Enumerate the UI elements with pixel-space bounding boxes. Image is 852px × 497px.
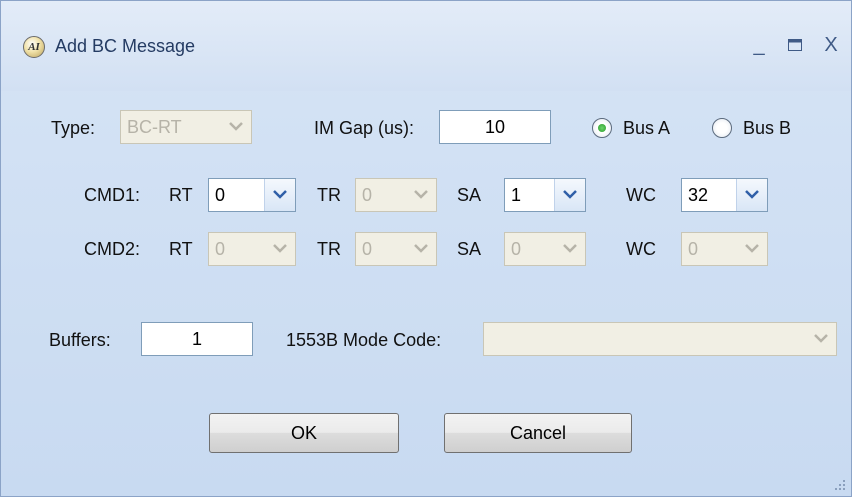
cmd1-sa-label: SA xyxy=(457,185,482,205)
cmd2-rt-value: 0 xyxy=(215,239,226,259)
cmd1-sa-value: 1 xyxy=(511,185,522,205)
cmd2-label: CMD2: xyxy=(84,239,141,259)
cmd2-sa-label: SA xyxy=(457,239,482,259)
cmd1-sa-select[interactable]: 1 xyxy=(504,178,586,212)
ok-button[interactable]: OK xyxy=(209,413,399,453)
minimize-icon: _ xyxy=(753,34,765,56)
mode-code-label: 1553B Mode Code: xyxy=(286,330,442,350)
minimize-button[interactable]: _ xyxy=(745,31,773,59)
chevron-down-icon xyxy=(737,233,767,265)
cmd2-rt-label: RT xyxy=(169,239,193,259)
cmd1-tr-label: TR xyxy=(317,185,341,205)
cmd1-tr-value: 0 xyxy=(362,185,373,205)
add-bc-message-dialog: AI Add BC Message _ X Type: BC-RT IM Gap… xyxy=(0,0,852,497)
bus-a-label[interactable]: Bus A xyxy=(623,118,670,139)
cmd2-tr-select: 0 xyxy=(355,232,437,266)
cmd1-wc-select[interactable]: 32 xyxy=(681,178,768,212)
close-button[interactable]: X xyxy=(817,31,845,59)
type-select: BC-RT xyxy=(120,110,252,144)
cancel-button[interactable]: Cancel xyxy=(444,413,632,453)
im-gap-label: IM Gap (us): xyxy=(314,118,415,138)
chevron-down-icon[interactable] xyxy=(264,179,295,211)
bus-b-label[interactable]: Bus B xyxy=(743,118,791,139)
cmd1-rt-label: RT xyxy=(169,185,193,205)
cmd2-sa-value: 0 xyxy=(511,239,522,259)
window-title: Add BC Message xyxy=(55,36,196,56)
maximize-icon xyxy=(788,39,802,51)
cmd1-rt-value: 0 xyxy=(215,185,226,205)
mode-code-select xyxy=(483,322,837,356)
radio-selected-dot xyxy=(598,124,606,132)
cmd2-sa-select: 0 xyxy=(504,232,586,266)
cmd2-tr-label: TR xyxy=(317,239,341,259)
chevron-down-icon xyxy=(555,233,585,265)
buffers-input[interactable]: 1 xyxy=(141,322,253,356)
chevron-down-icon[interactable] xyxy=(736,179,767,211)
buffers-label: Buffers: xyxy=(49,330,111,350)
cmd1-rt-select[interactable]: 0 xyxy=(208,178,296,212)
chevron-down-icon xyxy=(406,179,436,211)
chevron-down-icon[interactable] xyxy=(554,179,585,211)
cmd2-wc-label: WC xyxy=(626,239,656,259)
cmd2-rt-select: 0 xyxy=(208,232,296,266)
maximize-button[interactable] xyxy=(781,31,809,59)
chevron-down-icon xyxy=(406,233,436,265)
cmd1-label: CMD1: xyxy=(84,185,141,205)
dialog-body: Type: BC-RT IM Gap (us): 10 Bus A Bus B … xyxy=(1,91,851,496)
cmd2-wc-value: 0 xyxy=(688,239,699,259)
type-value: BC-RT xyxy=(127,117,182,137)
type-label: Type: xyxy=(51,118,96,138)
bus-b-radio[interactable] xyxy=(712,118,732,138)
cmd1-wc-value: 32 xyxy=(688,185,709,205)
chevron-down-icon xyxy=(265,233,295,265)
title-bar[interactable]: AI Add BC Message _ X xyxy=(1,1,851,91)
chevron-down-icon xyxy=(806,323,836,355)
bus-a-radio[interactable] xyxy=(592,118,612,138)
chevron-down-icon xyxy=(221,111,251,143)
cmd1-wc-label: WC xyxy=(626,185,656,205)
im-gap-input[interactable]: 10 xyxy=(439,110,551,144)
resize-grip-icon[interactable] xyxy=(833,478,847,492)
close-icon: X xyxy=(824,34,838,56)
cmd2-tr-value: 0 xyxy=(362,239,373,259)
app-logo-icon: AI xyxy=(23,36,45,58)
cmd2-wc-select: 0 xyxy=(681,232,768,266)
cmd1-tr-select: 0 xyxy=(355,178,437,212)
